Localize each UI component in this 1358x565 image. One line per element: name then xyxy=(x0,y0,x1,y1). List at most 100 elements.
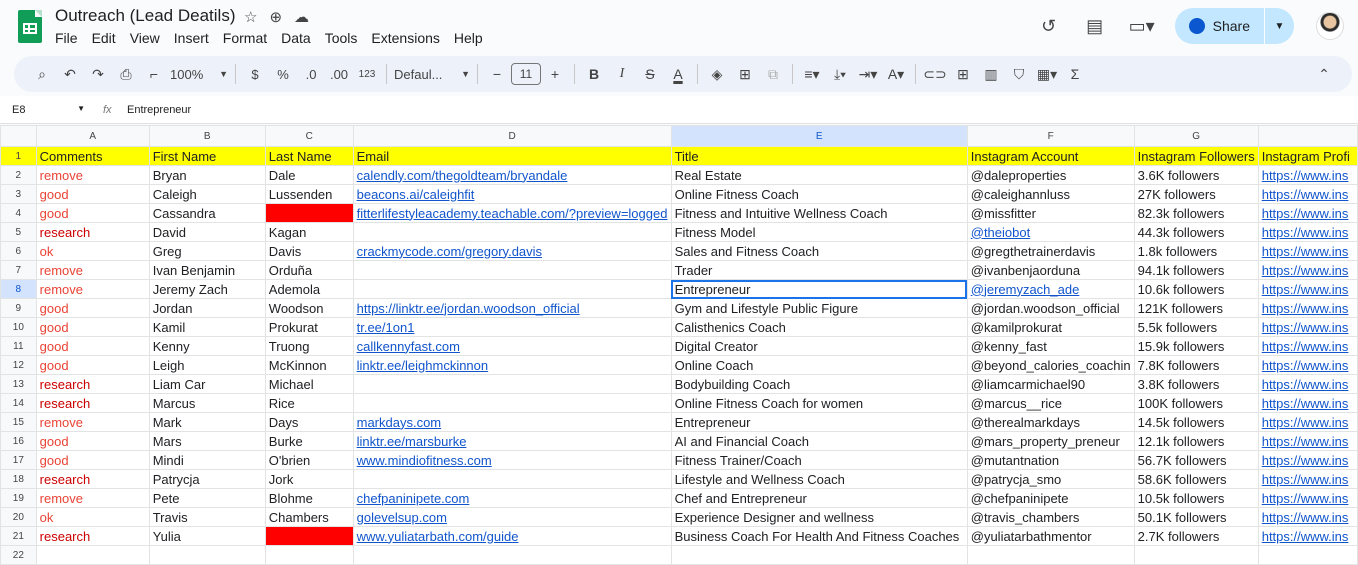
cell[interactable]: Davis xyxy=(264,241,354,261)
cell[interactable]: @liamcarmichael90 xyxy=(966,374,1135,394)
row-header[interactable]: 22 xyxy=(0,545,37,565)
cell[interactable]: 56.7K followers xyxy=(1133,450,1259,470)
collapse-toolbar-icon[interactable]: ⌃ xyxy=(1310,60,1338,88)
row-header[interactable]: 1 xyxy=(0,146,37,166)
row-header[interactable]: 14 xyxy=(0,393,37,413)
cell[interactable] xyxy=(670,545,968,565)
borders-icon[interactable]: ⊞ xyxy=(731,60,759,88)
menu-insert[interactable]: Insert xyxy=(174,30,209,46)
decrease-decimal-button[interactable]: .0 xyxy=(297,60,325,88)
cell[interactable]: Real Estate xyxy=(670,165,968,185)
row-header[interactable]: 18 xyxy=(0,469,37,489)
cell[interactable]: McKinnon xyxy=(264,355,354,375)
cell[interactable]: @kenny_fast xyxy=(966,336,1135,356)
cell[interactable]: research xyxy=(35,393,150,413)
row-header[interactable]: 13 xyxy=(0,374,37,394)
more-formats-button[interactable]: 123 xyxy=(353,60,381,88)
increase-font-size-icon[interactable]: + xyxy=(541,60,569,88)
cell[interactable]: https://www.ins xyxy=(1257,165,1358,185)
cell[interactable]: https://www.ins xyxy=(1257,260,1358,280)
cell[interactable]: Email xyxy=(352,146,672,166)
column-header-h[interactable] xyxy=(1257,125,1358,147)
row-header[interactable]: 8 xyxy=(0,279,37,299)
insert-link-icon[interactable]: ⊂⊃ xyxy=(921,60,949,88)
cell[interactable]: Travis xyxy=(148,507,266,527)
cell[interactable]: 50.1K followers xyxy=(1133,507,1259,527)
cell[interactable]: @gregthetrainerdavis xyxy=(966,241,1135,261)
cell[interactable]: Liam Car xyxy=(148,374,266,394)
cell[interactable]: golevelsup.com xyxy=(352,507,672,527)
cell[interactable]: Ivan Benjamin xyxy=(148,260,266,280)
cell[interactable]: First Name xyxy=(148,146,266,166)
column-header-G[interactable]: G xyxy=(1133,125,1259,147)
merge-cells-icon[interactable]: ⧉ xyxy=(759,60,787,88)
menu-file[interactable]: File xyxy=(55,30,78,46)
cell[interactable]: @caleighannluss xyxy=(966,184,1135,204)
cell[interactable] xyxy=(1133,545,1259,565)
font-size-input[interactable]: 11 xyxy=(511,63,541,85)
cell[interactable]: Jordan xyxy=(148,298,266,318)
cell[interactable]: tr.ee/1on1 xyxy=(352,317,672,337)
menu-edit[interactable]: Edit xyxy=(92,30,116,46)
cell[interactable]: crackmycode.com/gregory.davis xyxy=(352,241,672,261)
row-header[interactable]: 11 xyxy=(0,336,37,356)
cell[interactable]: ok xyxy=(35,507,150,527)
cell[interactable]: Title xyxy=(670,146,968,166)
cell[interactable]: https://www.ins xyxy=(1257,241,1358,261)
cell[interactable]: @travis_chambers xyxy=(966,507,1135,527)
cell[interactable] xyxy=(1257,545,1358,565)
formula-input[interactable]: Entrepreneur xyxy=(127,104,191,116)
cell[interactable]: linktr.ee/leighmckinnon xyxy=(352,355,672,375)
cell[interactable]: ok xyxy=(35,241,150,261)
cell[interactable]: Instagram Profi xyxy=(1257,146,1358,166)
cell[interactable]: Fitness and Intuitive Wellness Coach xyxy=(670,203,968,223)
row-header[interactable]: 2 xyxy=(0,165,37,185)
document-title[interactable]: Outreach (Lead Deatils) xyxy=(55,6,235,26)
row-header[interactable]: 7 xyxy=(0,260,37,280)
column-header-D[interactable]: D xyxy=(352,125,672,147)
cell[interactable]: @jeremyzach_ade xyxy=(966,279,1135,299)
redo-icon[interactable]: ↷ xyxy=(84,60,112,88)
strikethrough-icon[interactable]: S xyxy=(636,60,664,88)
cell[interactable]: https://www.ins xyxy=(1257,469,1358,489)
cell[interactable]: 5.5k followers xyxy=(1133,317,1259,337)
text-wrapping-icon[interactable]: ⇥▾ xyxy=(854,60,882,88)
cell[interactable]: Comments xyxy=(35,146,150,166)
text-rotation-icon[interactable]: A▾ xyxy=(882,60,910,88)
cell[interactable] xyxy=(352,260,672,280)
cell[interactable]: Business Coach For Health And Fitness Co… xyxy=(670,526,968,546)
decrease-font-size-icon[interactable]: − xyxy=(483,60,511,88)
cell[interactable]: Entrepreneur xyxy=(670,412,968,432)
row-header[interactable]: 15 xyxy=(0,412,37,432)
cell[interactable]: Days xyxy=(264,412,354,432)
cell[interactable]: Online Fitness Coach xyxy=(670,184,968,204)
cell[interactable]: good xyxy=(35,355,150,375)
cell[interactable]: Burke xyxy=(264,431,354,451)
cell[interactable]: Dale xyxy=(264,165,354,185)
cell[interactable]: 27K followers xyxy=(1133,184,1259,204)
cell[interactable]: www.mindiofitness.com xyxy=(352,450,672,470)
cell[interactable]: https://www.ins xyxy=(1257,298,1358,318)
row-header[interactable]: 12 xyxy=(0,355,37,375)
cell[interactable]: https://www.ins xyxy=(1257,431,1358,451)
column-header-C[interactable]: C xyxy=(264,125,354,147)
cell[interactable]: Mark xyxy=(148,412,266,432)
cell[interactable]: research xyxy=(35,222,150,242)
cell[interactable]: @therealmarkdays xyxy=(966,412,1135,432)
text-color-icon[interactable]: A xyxy=(664,60,692,88)
cell[interactable]: 100K followers xyxy=(1133,393,1259,413)
cell[interactable]: Mars xyxy=(148,431,266,451)
cell[interactable]: @chefpaninipete xyxy=(966,488,1135,508)
column-header-E[interactable]: E xyxy=(670,125,968,147)
cell[interactable]: Bryan xyxy=(148,165,266,185)
cell[interactable]: Experience Designer and wellness xyxy=(670,507,968,527)
cell[interactable]: @marcus__rice xyxy=(966,393,1135,413)
cell[interactable] xyxy=(352,222,672,242)
cell[interactable]: @mars_property_preneur xyxy=(966,431,1135,451)
bold-icon[interactable]: B xyxy=(580,60,608,88)
cell[interactable]: Online Fitness Coach for women xyxy=(670,393,968,413)
cell[interactable]: 2.7K followers xyxy=(1133,526,1259,546)
cell[interactable]: https://www.ins xyxy=(1257,412,1358,432)
cell[interactable]: 10.5k followers xyxy=(1133,488,1259,508)
cell[interactable]: 10.6k followers xyxy=(1133,279,1259,299)
